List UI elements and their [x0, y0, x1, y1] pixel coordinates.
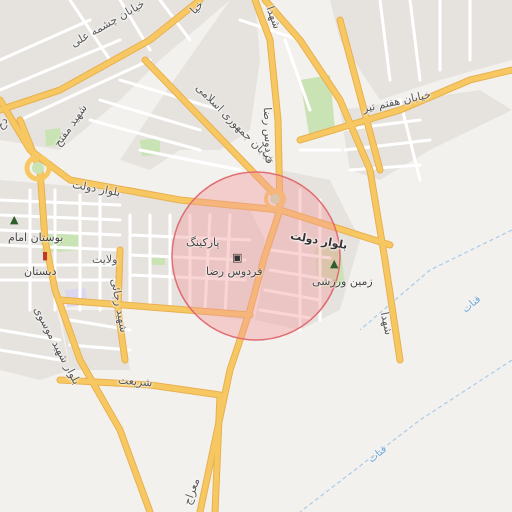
poi-ferdows-reza[interactable]: فردوس رضا — [206, 266, 262, 277]
landmark-icon: ▣ — [232, 251, 243, 264]
road-label-velayat: ولایت — [92, 253, 118, 266]
map-view[interactable]: خیابان چشمه علی شهدا شهید مفتح خیابان جم… — [0, 0, 512, 512]
highlight-circle[interactable] — [171, 171, 341, 341]
tree-icon: ▲ — [10, 213, 19, 226]
map-canvas[interactable] — [0, 0, 512, 512]
poi-zamin-varzeshi[interactable]: زمین ورزشی — [312, 276, 373, 287]
road-label-ferdows-reza: فردوس رضا — [260, 107, 276, 164]
poi-bostan-emam[interactable]: بوستان امام — [8, 232, 63, 243]
poi-parking[interactable]: پارکینگ — [186, 237, 219, 248]
tree-icon: ▲ — [330, 257, 339, 270]
poi-dabestan[interactable]: دبستان — [24, 266, 57, 277]
school-icon: ▮ — [42, 249, 49, 262]
road-label-shariat: شریعت — [117, 373, 153, 390]
